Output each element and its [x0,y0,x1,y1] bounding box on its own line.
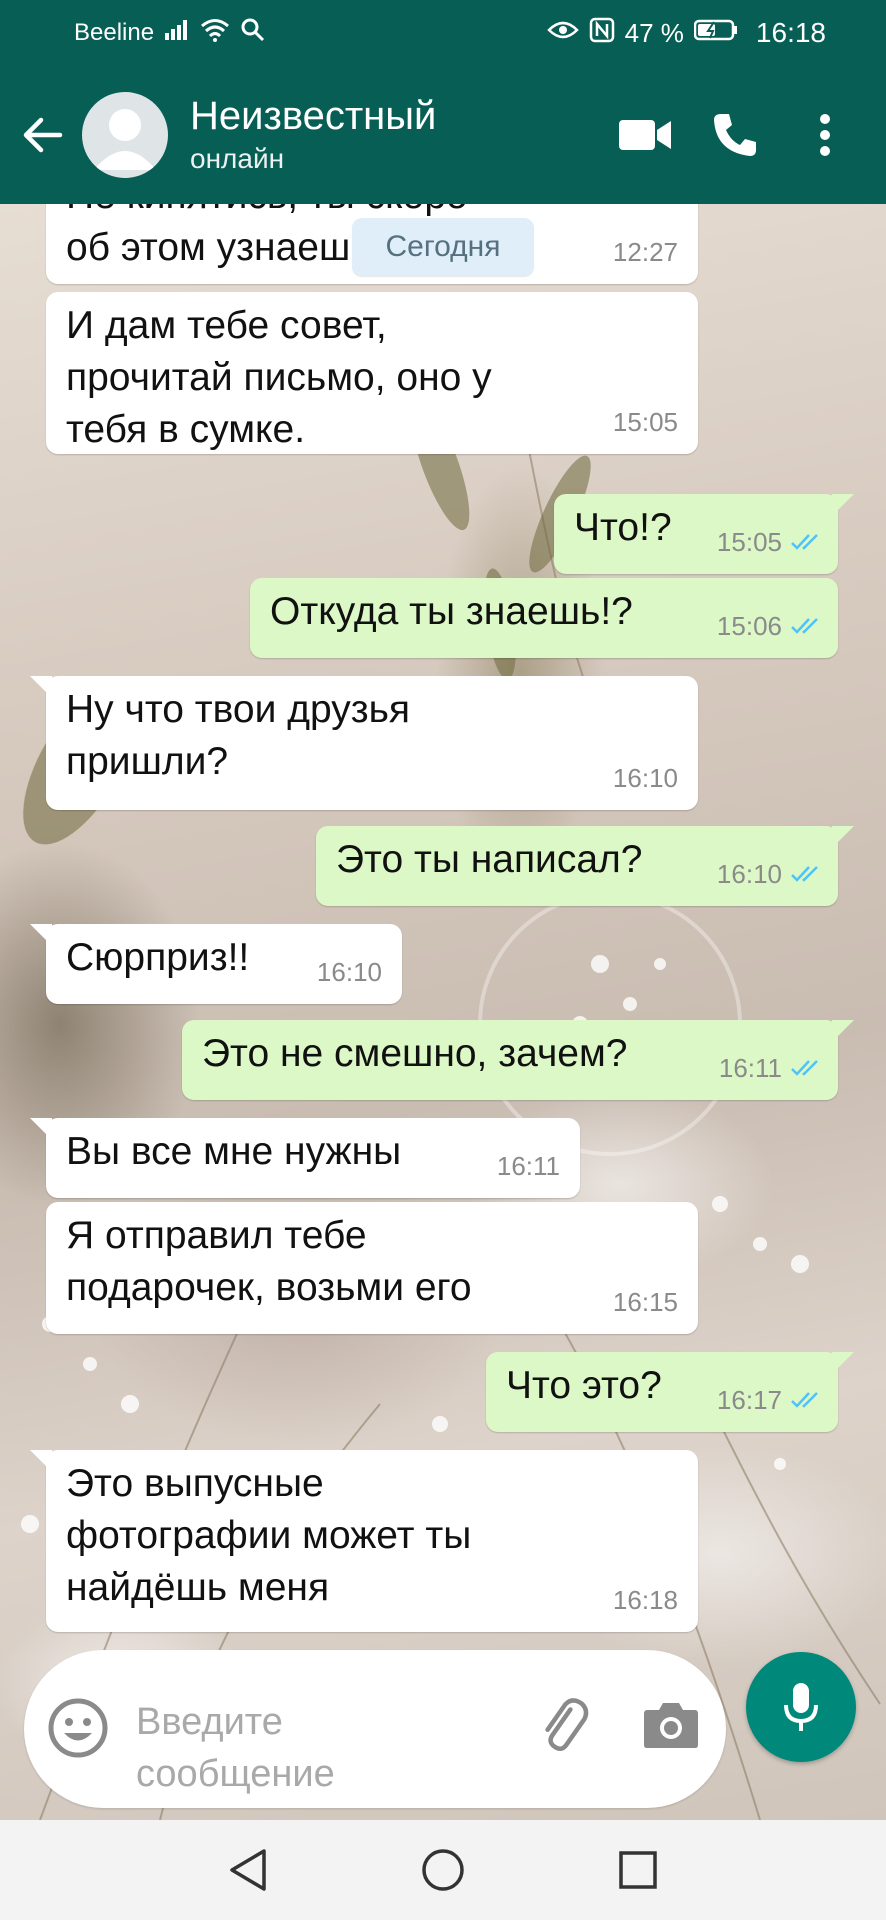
message-outgoing[interactable]: Это не смешно, зачем? 16:11 [182,1020,854,1100]
message-time: 16:18 [612,1585,678,1615]
phone-icon [714,114,756,156]
nav-home-button[interactable] [403,1830,483,1910]
message-time: 16:10 [612,763,678,793]
bubble-tail [30,1450,52,1472]
message-time: 15:06 [716,611,782,641]
system-nav-bar [0,1820,886,1920]
message-incoming[interactable]: Это выпусные фотографии может ты найдёшь… [30,1450,698,1632]
nfc-icon [589,17,615,50]
bubble-tail [832,826,854,848]
more-vert-icon [820,114,830,156]
emoji-button[interactable] [46,1696,110,1760]
double-check-icon [791,534,818,550]
message-incoming[interactable]: И дам тебе совет, прочитай письмо, оно у… [46,292,698,454]
battery-percent: 47 % [624,17,684,48]
bubble-tail [30,1118,52,1140]
video-call-icon [619,120,671,150]
status-bar: Beeline 47 % 16:18 [0,0,886,66]
avatar-placeholder-icon [94,109,156,170]
message-time: 16:17 [716,1385,782,1415]
wifi-icon [200,18,230,49]
more-options-button[interactable] [780,90,870,180]
message-list[interactable]: Не кипятись, ты скоро об этом узнаешь 12… [0,204,886,1640]
message-incoming[interactable]: Вы все мне нужны 16:11 [30,1118,580,1198]
search-icon [240,17,266,50]
double-check-icon [791,1060,818,1076]
camera-button[interactable] [636,1690,706,1760]
back-button[interactable] [8,100,78,170]
message-time: 16:11 [496,1151,560,1181]
emoji-icon [48,1698,108,1758]
contact-info[interactable]: Неизвестный онлайн [190,92,600,178]
bubble-tail [832,494,854,516]
clock: 16:18 [755,17,826,48]
eye-icon [546,19,579,48]
date-divider: Сегодня [352,218,534,276]
chat-header: Неизвестный онлайн [0,66,886,204]
avatar[interactable] [82,92,168,178]
camera-icon [644,1703,698,1748]
mic-icon [784,1683,818,1731]
bubble-tail [30,676,52,698]
message-composer: Введите сообщение [24,1650,726,1808]
bubble-tail [30,924,52,946]
double-check-icon [791,618,818,634]
video-call-button[interactable] [600,90,690,180]
nav-recents-button[interactable] [598,1830,678,1910]
message-time: 15:05 [716,527,782,557]
attach-icon [545,1698,589,1752]
nav-back-icon [229,1849,266,1891]
back-arrow-icon [23,117,63,153]
message-time: 16:10 [316,957,382,987]
voice-call-button[interactable] [690,90,780,180]
voice-record-button[interactable] [746,1652,856,1762]
battery-icon [693,19,738,48]
message-incoming[interactable]: Ну что твои друзья пришли? 16:10 [30,676,698,810]
message-text: Я отправил тебе подарочек, возьми его [66,1214,472,1309]
message-outgoing[interactable]: Откуда ты знаешь!? 15:06 [250,578,838,658]
message-time: 16:15 [612,1287,678,1317]
message-time: 15:05 [612,407,678,437]
message-text: Ну что твои друзья пришли? [66,688,411,783]
nav-back-button[interactable] [208,1830,288,1910]
message-input[interactable]: Введите сообщение [136,1696,436,1800]
signal-icon [164,19,190,48]
bubble-tail [832,1352,854,1374]
message-outgoing[interactable]: Что это? 16:17 [486,1352,854,1432]
message-outgoing[interactable]: Это ты написал? 16:10 [316,826,854,906]
nav-home-icon [422,1849,464,1891]
message-incoming[interactable]: Сюрприз!! 16:10 [30,924,402,1004]
message-text: И дам тебе совет, прочитай письмо, оно у… [66,304,492,451]
message-time: 16:10 [716,859,782,889]
message-text: Вы все мне нужны [66,1130,402,1173]
double-check-icon [791,866,818,882]
contact-status: онлайн [190,143,285,174]
message-text: Это выпусные фотографии может ты найдёшь… [66,1462,472,1609]
carrier-label: Beeline [74,19,155,46]
message-time: 12:27 [612,237,678,267]
contact-name: Неизвестный [190,94,437,138]
message-incoming[interactable]: Я отправил тебе подарочек, возьми его 16… [46,1202,698,1334]
bubble-tail [832,1020,854,1042]
double-check-icon [791,1392,818,1408]
message-outgoing[interactable]: Что!? 15:05 [554,494,854,574]
nav-recents-icon [619,1851,658,1889]
message-time: 16:11 [718,1053,782,1083]
attach-button[interactable] [528,1690,598,1760]
